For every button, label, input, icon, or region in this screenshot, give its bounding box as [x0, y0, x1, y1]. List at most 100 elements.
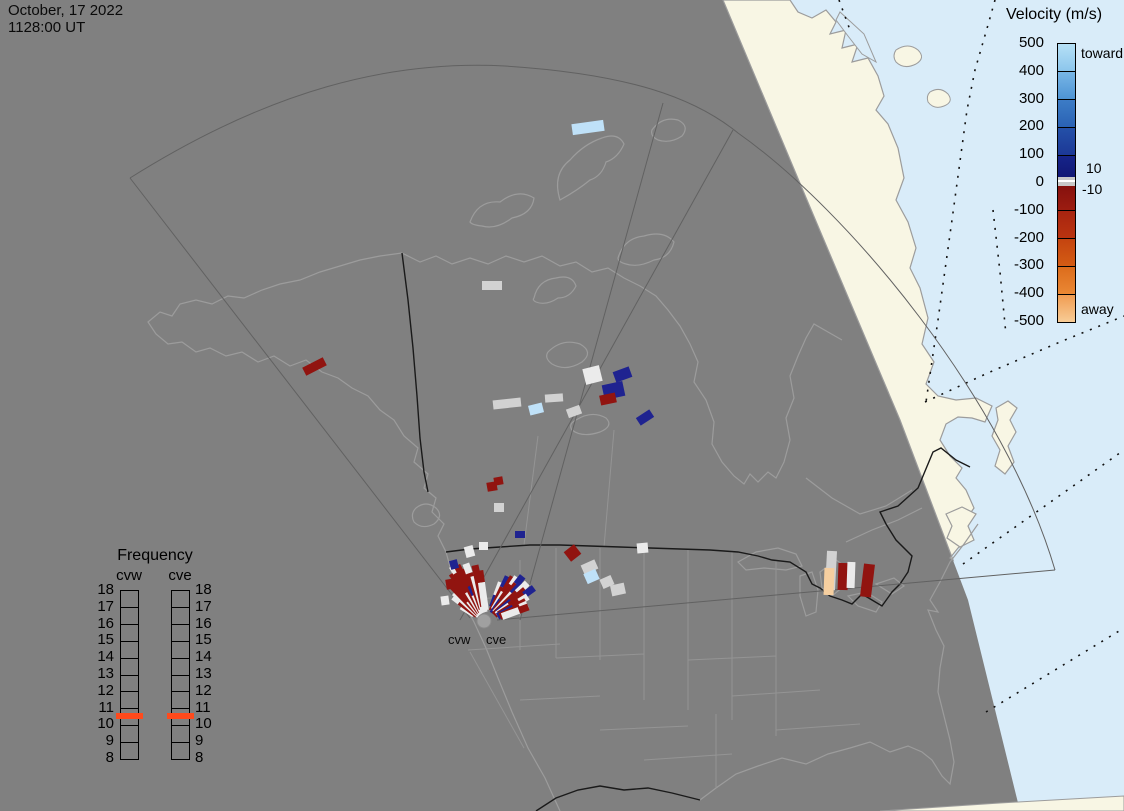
freq-cell	[121, 640, 138, 658]
arctic-island-2	[557, 135, 625, 201]
velocity-segment-6	[1058, 210, 1075, 239]
freq-cell	[121, 691, 138, 708]
radar-site-marker	[476, 613, 492, 629]
freq-tick-left-16: 16	[97, 614, 114, 632]
map-canvas	[129, 0, 1124, 811]
freq-tick-right-10: 10	[195, 715, 212, 733]
great-bear-lake	[546, 341, 589, 369]
freq-cell	[172, 591, 189, 607]
velocity-segment-3	[1058, 126, 1075, 155]
velocity-cell	[860, 563, 875, 598]
frequency-legend-title: Frequency	[117, 547, 193, 564]
island-arctic-day-1	[893, 45, 922, 68]
freq-cell	[172, 742, 189, 759]
velocity-tick-0: 0	[1035, 173, 1044, 190]
velocity-cell	[565, 404, 583, 419]
velocity-segment-5	[1058, 182, 1075, 211]
velocity-tick--300: -300	[1013, 256, 1044, 274]
velocity-segment-2	[1058, 98, 1075, 127]
arctic-island-1	[469, 193, 535, 228]
velocity-cell	[636, 542, 649, 554]
freq-cell	[121, 591, 138, 607]
site-label-cvw: cvw	[448, 632, 471, 647]
velocity-tick--500: -500	[1013, 312, 1044, 329]
freq-cell	[121, 606, 138, 624]
velocity-tick--200: -200	[1013, 228, 1044, 246]
freq-cell	[121, 623, 138, 641]
velocity-cell	[571, 119, 605, 136]
alaska-yukon-border	[401, 252, 429, 493]
freq-bar-cve	[171, 590, 190, 760]
velocity-cell	[599, 392, 617, 406]
freq-cell	[121, 657, 138, 675]
velocity-cell	[846, 561, 856, 589]
velocity-segment-8	[1058, 266, 1075, 295]
freq-tick-left-15: 15	[97, 631, 114, 649]
freq-tick-left-18: 18	[97, 581, 114, 598]
timestamp-block: October, 17 2022 1128:00 UT	[8, 2, 123, 36]
freq-tick-right-17: 17	[195, 597, 212, 615]
velocity-tick-400: 400	[1018, 61, 1044, 79]
velocity-cell	[635, 409, 655, 426]
st-lawrence-shore	[805, 477, 913, 515]
freq-tick-right-13: 13	[195, 665, 212, 682]
velocity-cell	[479, 542, 488, 550]
freq-cell	[172, 657, 189, 675]
arctic-island-3	[617, 233, 675, 266]
lower-threshold-label: -10	[1082, 181, 1103, 197]
velocity-cell	[612, 366, 633, 383]
freq-tick-right-12: 12	[195, 681, 212, 699]
freq-column-label-cvw: cvw	[116, 567, 142, 584]
site-label-cve: cve	[486, 632, 507, 647]
velocity-cell	[544, 393, 564, 403]
freq-tick-left-17: 17	[97, 597, 114, 615]
velocity-segment-9	[1058, 294, 1075, 323]
superdarn-velocity-plot: October, 17 2022 1128:00 UT Velocity (m/…	[0, 0, 1124, 811]
velocity-tick-200: 200	[1018, 117, 1044, 135]
freq-cell	[172, 674, 189, 692]
velocity-segment-7	[1058, 238, 1075, 267]
radar-scatter-cells	[302, 119, 875, 606]
velocity-legend-title: Velocity (m/s)	[1006, 6, 1103, 23]
date-label: October, 17 2022	[8, 2, 124, 19]
freq-tick-left-10: 10	[97, 715, 114, 733]
velocity-cell	[492, 397, 522, 410]
freq-tick-left-8: 8	[105, 749, 114, 766]
away-label: away	[1081, 301, 1114, 317]
velocity-cell	[445, 578, 456, 590]
freq-tick-left-13: 13	[97, 665, 114, 682]
freq-cell	[172, 623, 189, 641]
velocity-tick-300: 300	[1018, 89, 1044, 107]
freq-column-label-cve: cve	[168, 567, 192, 584]
radar-spoke-cells	[448, 562, 536, 620]
freq-tick-left-12: 12	[97, 681, 114, 699]
upper-threshold-label: 10	[1086, 160, 1102, 176]
velocity-tick-500: 500	[1018, 34, 1044, 51]
freq-marker-cve	[167, 713, 194, 719]
fov-edge-cvw-right	[519, 102, 664, 621]
freq-cell	[172, 606, 189, 624]
arctic-coast	[401, 252, 843, 485]
time-label: 1128:00 UT	[8, 19, 86, 36]
toward-label: toward	[1081, 45, 1124, 61]
freq-cell	[121, 742, 138, 759]
freq-tick-right-15: 15	[195, 631, 212, 649]
velocity-cell	[823, 567, 835, 596]
freq-tick-right-14: 14	[195, 648, 212, 666]
us-mexico-border	[535, 785, 701, 811]
freq-tick-right-8: 8	[195, 749, 204, 766]
velocity-segment-1	[1058, 70, 1075, 99]
arctic-island-4	[532, 276, 577, 304]
freq-cell	[172, 691, 189, 708]
freq-tick-right-9: 9	[195, 732, 204, 750]
velocity-cell	[563, 544, 582, 562]
freq-tick-right-11: 11	[195, 698, 211, 716]
velocity-zero-line	[1058, 180, 1075, 182]
velocity-cell	[440, 595, 450, 606]
velocity-cell	[515, 531, 525, 538]
freq-tick-right-18: 18	[195, 581, 212, 598]
velocity-zero-band	[1058, 177, 1075, 186]
velocity-cell	[482, 281, 502, 290]
velocity-cell	[493, 476, 504, 486]
freq-cell	[121, 725, 138, 742]
